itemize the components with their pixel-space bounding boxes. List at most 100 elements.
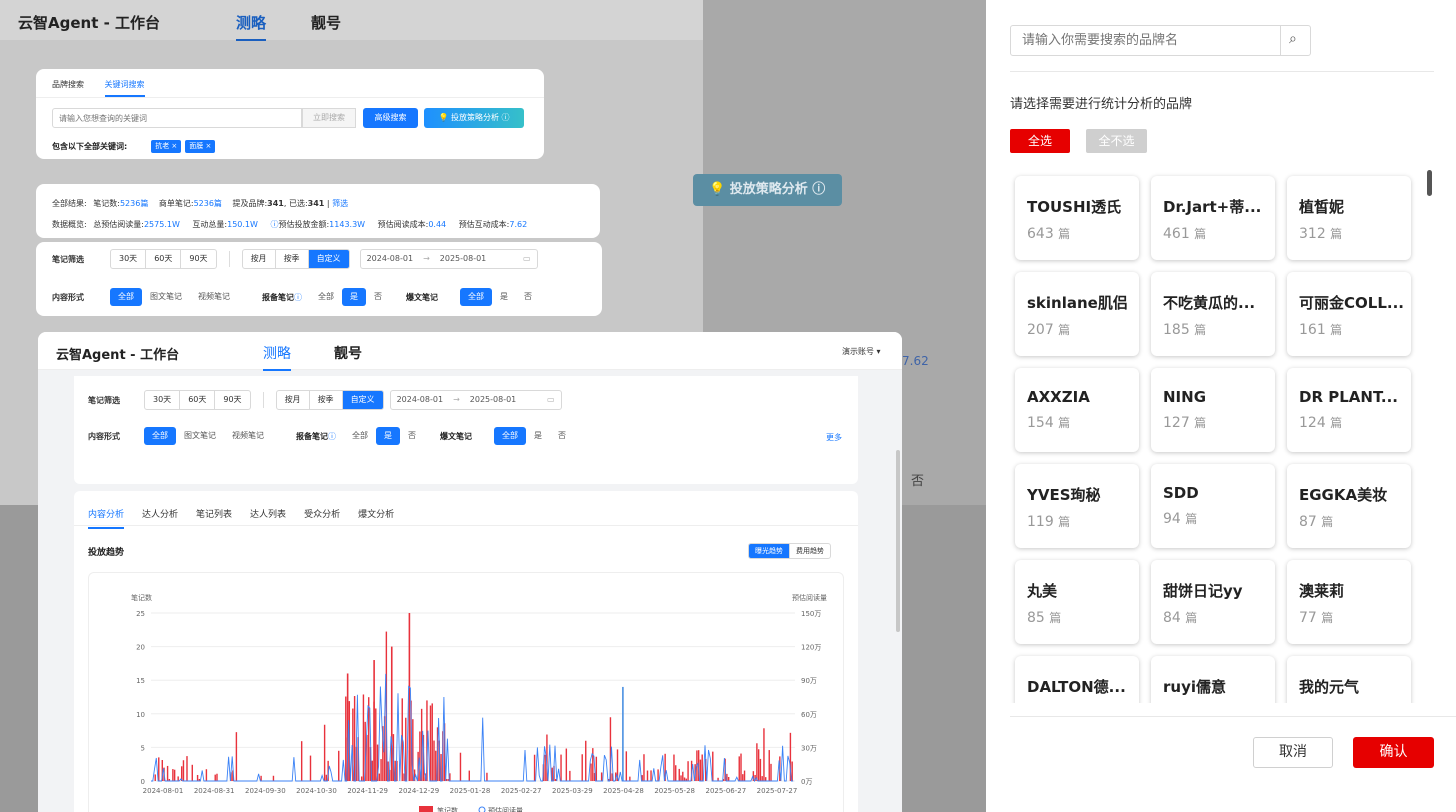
bar xyxy=(375,708,377,781)
content-video[interactable]: 视频笔记 xyxy=(224,427,272,445)
brand-count: 94 篇 xyxy=(1163,511,1198,527)
keyword-input[interactable] xyxy=(52,108,302,128)
viral-yes[interactable]: 是 xyxy=(492,288,516,306)
days-60[interactable]: 60天 xyxy=(146,250,182,268)
tab-celue[interactable]: 测略 xyxy=(263,343,291,371)
report-no[interactable]: 否 xyxy=(400,427,424,445)
brand-count: 185 篇 xyxy=(1163,322,1207,338)
content-form-label: 内容形式 xyxy=(52,292,84,302)
brand-search: ⌕ xyxy=(1010,25,1311,56)
viral-all[interactable]: 全部 xyxy=(494,427,526,445)
bg-tab-lianghao[interactable]: 靓号 xyxy=(311,12,341,33)
content-image[interactable]: 图文笔记 xyxy=(176,427,224,445)
bar xyxy=(678,768,680,781)
report-no[interactable]: 否 xyxy=(366,288,390,306)
period-quarter[interactable]: 按季 xyxy=(276,250,309,268)
bar xyxy=(592,748,594,781)
tab-lianghao[interactable]: 靓号 xyxy=(334,343,362,363)
viral-yes[interactable]: 是 xyxy=(526,427,550,445)
brand-card[interactable]: ruyi儒意 xyxy=(1151,656,1275,703)
date-range-picker[interactable]: 2024-08-01 → 2025-08-01 ▭ xyxy=(359,249,538,269)
brand-card[interactable]: AXXZIA 154 篇 xyxy=(1015,368,1139,452)
days-90[interactable]: 90天 xyxy=(215,391,249,409)
content-all[interactable]: 全部 xyxy=(144,427,176,445)
date-range-picker[interactable]: 2024-08-01 → 2025-08-01 ▭ xyxy=(389,390,562,410)
viral-no[interactable]: 否 xyxy=(550,427,574,445)
content-video[interactable]: 视频笔记 xyxy=(190,288,238,306)
brands-label: 提及品牌: xyxy=(232,199,268,208)
select-all-button[interactable]: 全选 xyxy=(1010,129,1070,153)
toggle-cost[interactable]: 费用趋势 xyxy=(790,544,830,558)
brand-card[interactable]: EGGKA美妆 87 篇 xyxy=(1287,464,1411,548)
brand-card[interactable]: DALTON德... xyxy=(1015,656,1139,703)
brand-card[interactable]: 丸美 85 篇 xyxy=(1015,560,1139,644)
bar xyxy=(759,758,762,781)
tab-brand-search[interactable]: 品牌搜索 xyxy=(52,80,84,89)
filter-link[interactable]: 筛选 xyxy=(332,199,348,208)
brand-card[interactable]: NING 127 篇 xyxy=(1151,368,1275,452)
more-link[interactable]: 更多 xyxy=(826,432,842,443)
content-image[interactable]: 图文笔记 xyxy=(142,288,190,306)
report-yes[interactable]: 是 xyxy=(342,288,366,306)
y2-tick-label: 120万 xyxy=(801,644,821,652)
bar xyxy=(600,772,603,781)
brand-grid: TOUSHI透氏 643 篇 Dr.Jart+蒂... 461 篇 植皙妮 312 篇 sk… xyxy=(1010,166,1424,703)
account-menu[interactable]: 演示账号 ▾ xyxy=(842,346,881,357)
brand-scrollbar[interactable] xyxy=(1427,170,1432,196)
viral-all[interactable]: 全部 xyxy=(460,288,492,306)
bar xyxy=(309,755,312,781)
confirm-button[interactable]: 确认 xyxy=(1353,737,1434,768)
summary-card: 全部结果: 笔记数:5236篇 商单笔记:5236篇 提及品牌:341, 已选:… xyxy=(36,184,600,238)
report-all[interactable]: 全部 xyxy=(310,288,342,306)
bar xyxy=(712,751,714,781)
brand-card[interactable]: Dr.Jart+蒂... 461 篇 xyxy=(1151,176,1275,260)
strategy-button[interactable]: 💡 投放策略分析 ⓘ xyxy=(424,108,524,128)
keyword-tag[interactable]: 抗老 × xyxy=(151,140,182,153)
days-60[interactable]: 60天 xyxy=(180,391,216,409)
toggle-exposure[interactable]: 曝光趋势 xyxy=(749,544,790,558)
bar xyxy=(738,756,740,781)
tab-keyword-search[interactable]: 关键词搜索 xyxy=(104,80,145,97)
brand-card[interactable]: skinlane肌侣 207 篇 xyxy=(1015,272,1139,356)
x-tick-label: 2025-01-28 xyxy=(450,787,491,795)
keyword-tag[interactable]: 面膜 × xyxy=(185,140,216,153)
brand-card[interactable]: 澳莱莉 77 篇 xyxy=(1287,560,1411,644)
bar xyxy=(625,751,628,781)
help-icon: ⓘ xyxy=(328,431,336,441)
period-month[interactable]: 按月 xyxy=(243,250,276,268)
bg-tab-celue[interactable]: 测略 xyxy=(236,12,267,41)
cancel-button[interactable]: 取消 xyxy=(1253,737,1333,768)
brand-search-input[interactable] xyxy=(1011,26,1281,55)
bar xyxy=(680,775,682,781)
content-all[interactable]: 全部 xyxy=(110,288,142,306)
include-label: 包含以下全部关键词: xyxy=(52,142,128,151)
brand-card[interactable]: SDD 94 篇 xyxy=(1151,464,1275,548)
scrollbar[interactable] xyxy=(896,450,900,632)
period-custom[interactable]: 自定义 xyxy=(342,391,383,409)
report-all[interactable]: 全部 xyxy=(344,427,376,445)
brand-card[interactable]: TOUSHI透氏 643 篇 xyxy=(1015,176,1139,260)
days-30[interactable]: 30天 xyxy=(145,391,181,409)
spend-label: 预估投放金额: xyxy=(278,220,330,229)
search-now-button[interactable]: 立即搜索 xyxy=(302,108,356,128)
bar xyxy=(585,740,587,781)
report-yes[interactable]: 是 xyxy=(376,427,400,445)
brand-card[interactable]: 不吃黄瓜的... 185 篇 xyxy=(1151,272,1275,356)
brand-card[interactable]: 我的元气 xyxy=(1287,656,1411,703)
days-90[interactable]: 90天 xyxy=(181,250,215,268)
report-label: 报备笔记 xyxy=(262,292,294,302)
front-window: 云智Agent - 工作台 测略 靓号 演示账号 ▾ 笔记筛选 30天 60天 90… xyxy=(38,332,902,812)
period-month[interactable]: 按月 xyxy=(277,391,310,409)
brand-card[interactable]: YVES珣秘 119 篇 xyxy=(1015,464,1139,548)
viral-no[interactable]: 否 xyxy=(516,288,540,306)
brand-card[interactable]: 植皙妮 312 篇 xyxy=(1287,176,1411,260)
advanced-search-button[interactable]: 高级搜索 xyxy=(363,108,418,128)
days-30[interactable]: 30天 xyxy=(111,250,147,268)
search-icon[interactable]: ⌕ xyxy=(1289,31,1297,47)
select-none-button[interactable]: 全不选 xyxy=(1086,129,1147,153)
period-quarter[interactable]: 按季 xyxy=(310,391,343,409)
brand-card[interactable]: 甜饼日记yy 84 篇 xyxy=(1151,560,1275,644)
brand-card[interactable]: 可丽金COLL... 161 篇 xyxy=(1287,272,1411,356)
brand-card[interactable]: DR PLANT... 124 篇 xyxy=(1287,368,1411,452)
period-custom[interactable]: 自定义 xyxy=(308,250,349,268)
